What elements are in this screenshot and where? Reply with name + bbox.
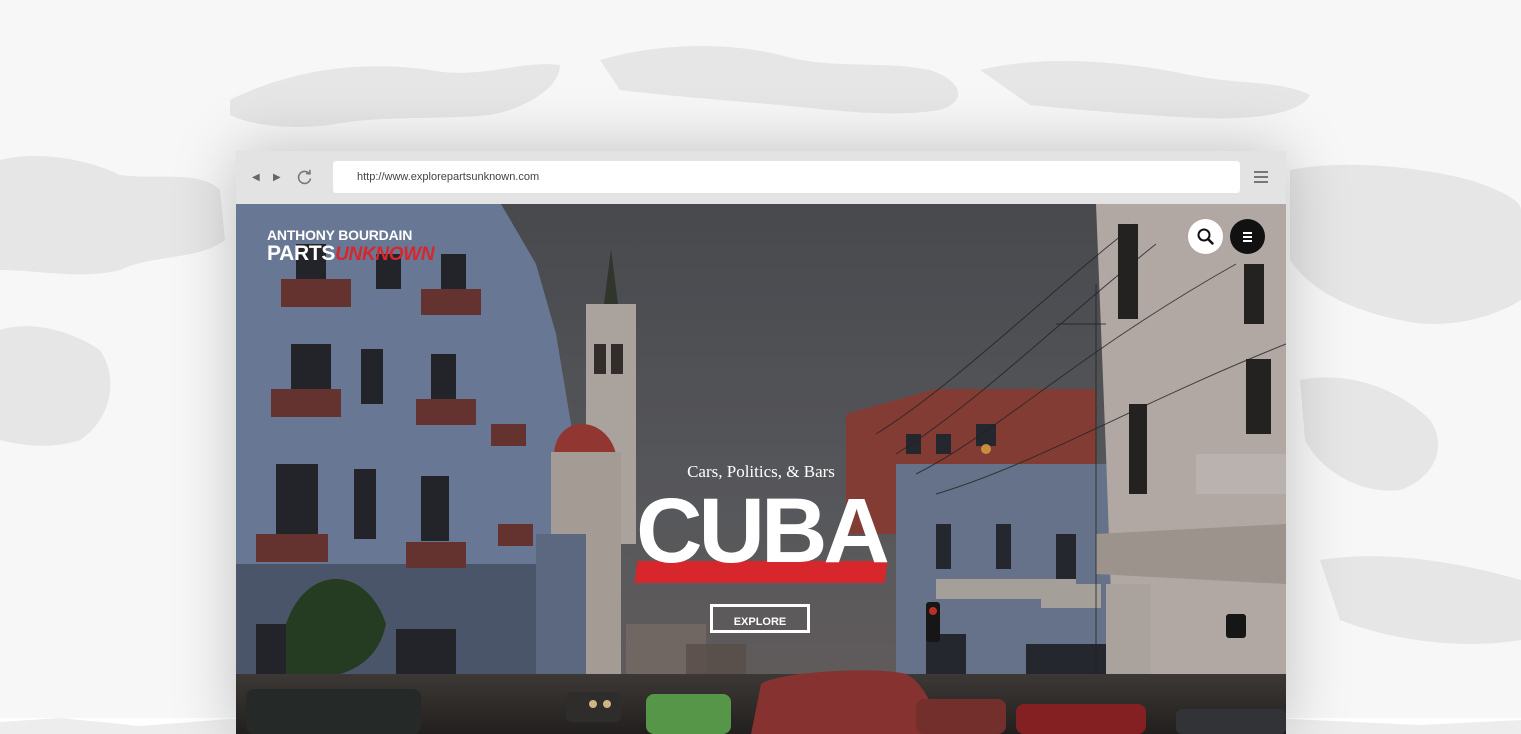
logo-bottom-text: PARTSUNKNOWN [267,242,435,265]
browser-toolbar: ◀ ▶ [236,151,1286,204]
hero-section: ANTHONY BOURDAIN PARTSUNKNOWN Cars, Poli… [236,204,1286,734]
search-button[interactable] [1188,219,1223,254]
url-input[interactable] [333,161,1237,193]
logo-unknown-text: UNKNOWN [335,244,435,265]
address-bar[interactable] [333,161,1240,193]
hero-title: CUBA [636,480,890,582]
site-logo[interactable]: ANTHONY BOURDAIN PARTSUNKNOWN [267,227,435,265]
search-icon [1197,228,1214,245]
forward-arrow-icon[interactable]: ▶ [273,171,281,185]
browser-window: ◀ ▶ http://www.explorepartsunknown.com A… [236,151,1286,734]
hamburger-menu-icon[interactable] [1254,171,1268,183]
explore-button[interactable]: EXPLORE [710,604,810,633]
logo-parts-text: PARTS [267,242,336,265]
back-arrow-icon[interactable]: ◀ [252,171,260,185]
site-menu-button[interactable] [1230,219,1265,254]
menu-icon [1243,232,1252,244]
reload-icon[interactable] [296,169,313,186]
logo-top-text: ANTHONY BOURDAIN [267,227,413,243]
